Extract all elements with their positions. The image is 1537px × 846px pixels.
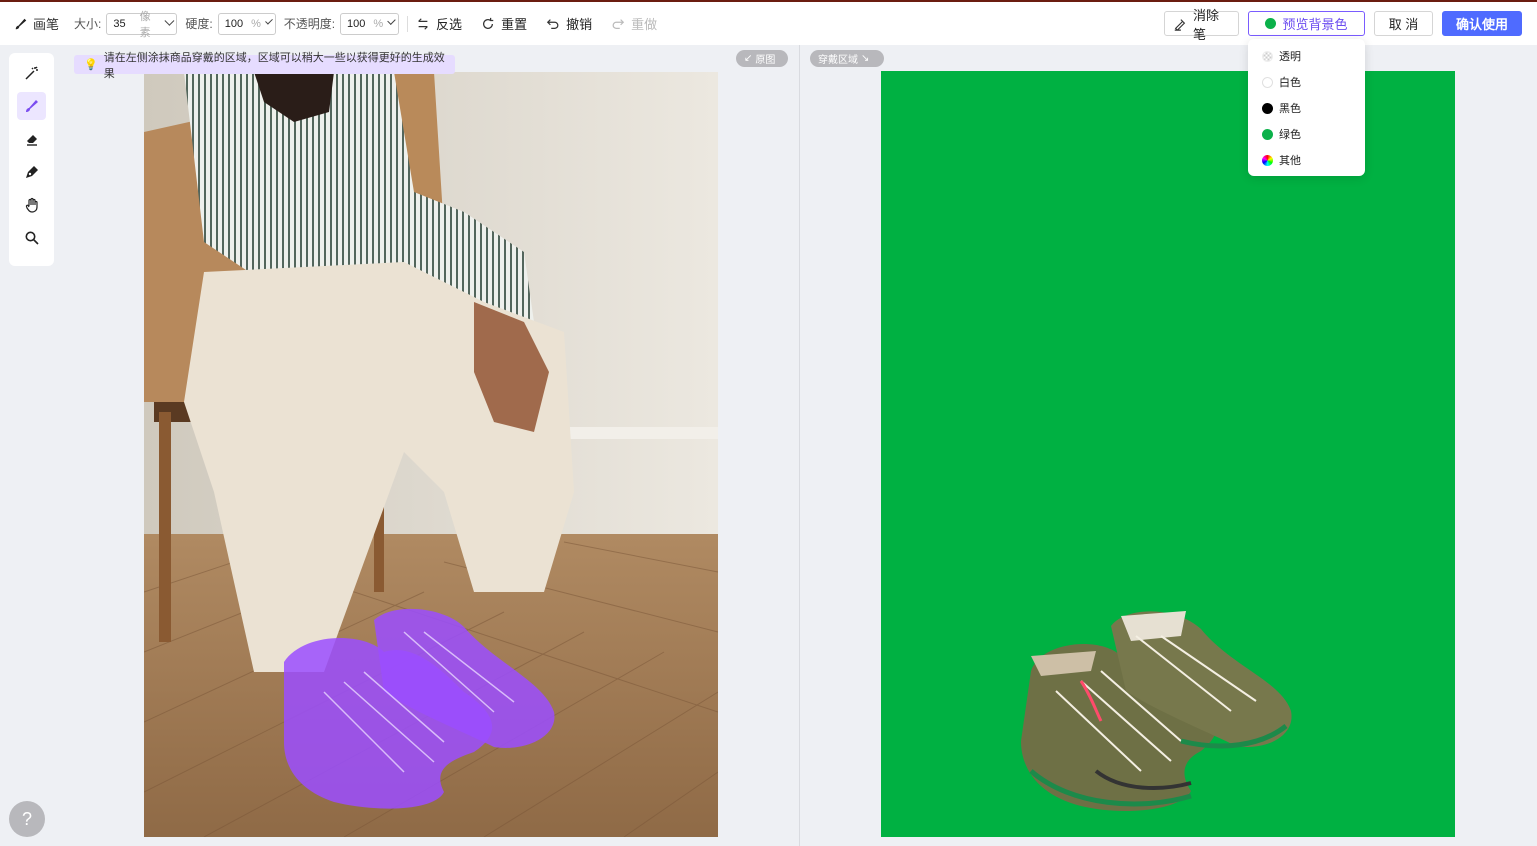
bg-option-black[interactable]: 黑色 [1248,95,1365,121]
tool-panel [9,53,54,266]
brush-icon [14,17,28,31]
help-label: ? [21,808,32,829]
chevron-down-icon [164,15,174,26]
opacity-unit: % [373,17,384,30]
reset-button[interactable]: 重置 [481,14,527,33]
zoom-tool[interactable] [17,224,46,252]
cancel-label: 取 消 [1388,17,1419,32]
size-unit: 像素 [139,10,151,39]
expand-arrow-icon: ↘ [861,53,870,64]
swap-icon [416,17,430,31]
original-photo-canvas[interactable] [144,72,718,837]
green-dot-icon [1265,18,1277,29]
hardness-label: 硬度: [185,17,213,31]
transparent-swatch-icon [1262,50,1273,62]
action-buttons: 消除笔 预览背景色 取 消 确认使用 [1164,8,1522,42]
confirm-button[interactable]: 确认使用 [1442,11,1522,36]
collapse-arrow-icon: ↙ [744,53,753,64]
invert-label: 反选 [436,17,463,32]
chevron-down-icon [387,16,396,25]
wear-area-chip[interactable]: 穿戴区域 ↘ [810,50,884,67]
bg-option-label: 其他 [1279,155,1301,167]
redo-icon [611,17,625,31]
toolbar-divider [407,15,409,32]
bg-option-other[interactable]: 其他 [1248,147,1365,173]
eraser-pen-button[interactable]: 消除笔 [1164,8,1239,42]
size-value: 35 [113,17,126,30]
hardness-value: 100 [224,17,244,30]
cancel-button[interactable]: 取 消 [1374,11,1433,36]
opacity-value: 100 [347,17,366,30]
eraser-icon [26,135,37,146]
zoom-icon [25,231,39,245]
size-label: 大小: [74,17,102,31]
brush-label: 画笔 [33,17,60,32]
instruction-tip: 💡 请在左侧涂抹商品穿戴的区域，区域可以稍大一些以获得更好的生成效果 [74,52,455,80]
bg-option-label: 黑色 [1279,103,1301,115]
panel-divider [799,45,800,846]
original-image-chip[interactable]: ↙ 原图 [736,50,788,67]
hand-tool[interactable] [17,191,46,219]
bg-option-label: 白色 [1279,77,1301,89]
magic-wand-tool[interactable] [17,59,46,87]
confirm-label: 确认使用 [1455,17,1508,32]
opacity-control: 不透明度: 100 % [283,12,400,36]
reset-label: 重置 [501,17,528,32]
preview-background-label: 预览背景色 [1282,17,1348,32]
background-color-menu: 透明 白色 黑色 绿色 其他 [1248,39,1365,176]
pen-icon [25,166,38,178]
hardness-unit: % [251,17,261,30]
original-photo [144,72,718,837]
bg-option-transparent[interactable]: 透明 [1248,43,1365,69]
color-wheel-icon [1262,154,1273,166]
black-swatch-icon [1262,102,1273,114]
undo-button[interactable]: 撤销 [546,14,592,33]
help-button[interactable]: ? [9,801,45,837]
brush-tool[interactable] [17,92,46,120]
eraser-pen-icon [1173,17,1187,31]
undo-icon [546,17,560,31]
hardness-select[interactable]: 100 % [217,12,276,35]
bg-option-label: 透明 [1279,51,1301,63]
opacity-label: 不透明度: [283,17,336,31]
lightbulb-icon: 💡 [84,59,98,71]
white-swatch-icon [1262,76,1273,88]
brush-icon [25,100,38,112]
invert-button[interactable]: 反选 [416,14,462,33]
size-control: 大小: 35 像素 [74,11,178,39]
opacity-select[interactable]: 100 % [340,12,400,35]
green-swatch-icon [1262,128,1273,140]
bg-option-label: 绿色 [1279,129,1301,141]
wear-area-preview[interactable] [881,71,1455,837]
chevron-down-icon [264,16,273,25]
redo-button[interactable]: 重做 [611,14,657,33]
bg-option-white[interactable]: 白色 [1248,69,1365,95]
magic-wand-icon [24,66,38,80]
brush-tool-indicator[interactable]: 画笔 [14,12,59,36]
refresh-icon [481,17,495,31]
preview-background-button[interactable]: 预览背景色 [1248,11,1365,36]
eraser-tool[interactable] [17,125,46,153]
pen-tool[interactable] [17,158,46,186]
eraser-pen-label: 消除笔 [1193,7,1220,42]
undo-label: 撤销 [566,17,593,32]
redo-label: 重做 [631,17,658,32]
bg-option-green[interactable]: 绿色 [1248,121,1365,147]
shoes-cutout [1021,611,1292,811]
size-select[interactable]: 35 像素 [106,11,178,39]
original-chip-label: 原图 [755,55,776,66]
hardness-control: 硬度: 100 % [185,12,276,36]
instruction-text: 请在左侧涂抹商品穿戴的区域，区域可以稍大一些以获得更好的生成效果 [103,51,445,80]
wear-chip-label: 穿戴区域 [818,55,858,66]
hand-icon [25,197,38,213]
